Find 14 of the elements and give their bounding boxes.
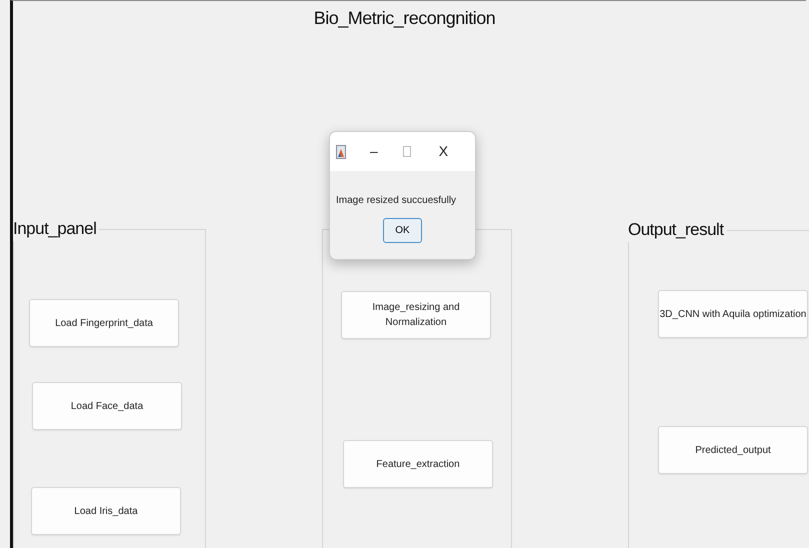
action-button[interactable]: Load Face_data [32, 382, 182, 430]
maximize-icon[interactable] [402, 146, 411, 157]
minimize-button[interactable]: – [370, 141, 378, 162]
dialog-message: Image resized succuesfully [336, 194, 458, 208]
window-title: Bio_Metric_recongnition [312, 7, 496, 30]
app-icon [336, 144, 346, 158]
ok-button[interactable]: OK [383, 218, 422, 243]
action-button[interactable]: Feature_extraction [343, 440, 493, 488]
action-button[interactable]: Image_resizing and Normalization [341, 291, 491, 339]
action-button[interactable]: 3D_CNN with Aquila optimization [658, 290, 808, 338]
action-button[interactable]: Load Fingerprint_data [29, 299, 179, 347]
action-button[interactable]: Predicted_output [658, 426, 808, 474]
close-button[interactable]: X [438, 141, 448, 162]
action-button[interactable]: Load Iris_data [31, 487, 181, 535]
